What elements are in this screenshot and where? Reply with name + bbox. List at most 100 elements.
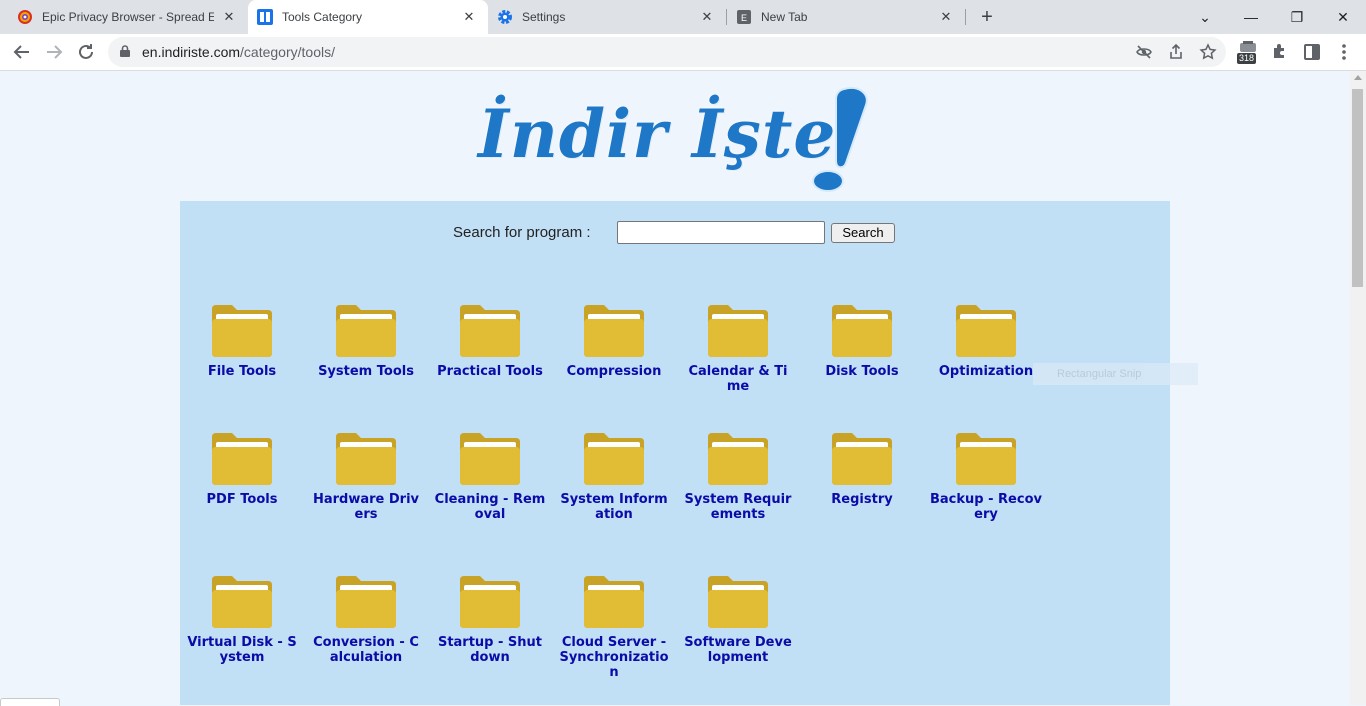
address-bar[interactable]: en.indiriste.com/category/tools/: [108, 37, 1226, 67]
category-link[interactable]: Virtual Disk - System: [180, 635, 304, 665]
tab-title: Settings: [522, 10, 566, 24]
page-icon: E: [737, 10, 751, 24]
arrow-left-icon: [13, 45, 29, 59]
category-item[interactable]: Hardware Drivers: [304, 431, 428, 522]
folder-icon: [336, 305, 396, 357]
folder-icon: [708, 576, 768, 628]
folder-icon: [708, 305, 768, 357]
category-item[interactable]: System Information: [552, 431, 676, 522]
category-item[interactable]: Compression: [552, 303, 676, 379]
folder-icon: [212, 305, 272, 357]
new-tab-button[interactable]: +: [976, 6, 998, 28]
category-link[interactable]: Backup - Recovery: [924, 492, 1048, 522]
tab-tools-category[interactable]: Tools Category ✕: [248, 0, 488, 34]
window-close-button[interactable]: ✕: [1331, 5, 1355, 29]
eye-off-icon[interactable]: [1134, 42, 1154, 62]
url-text: en.indiriste.com/category/tools/: [142, 44, 335, 60]
folder-icon: [956, 305, 1016, 357]
folder-icon: [460, 305, 520, 357]
category-link[interactable]: Practical Tools: [428, 364, 552, 379]
category-item[interactable]: Disk Tools: [800, 303, 924, 379]
category-item[interactable]: Startup - Shutdown: [428, 574, 552, 665]
site-logo[interactable]: İndir İşte !: [478, 85, 878, 195]
category-link[interactable]: Software Development: [676, 635, 800, 665]
folder-icon: [584, 433, 644, 485]
folder-icon: [460, 576, 520, 628]
forward-button[interactable]: [42, 40, 66, 64]
star-icon[interactable]: [1198, 42, 1218, 62]
category-link[interactable]: Cleaning - Removal: [428, 492, 552, 522]
category-item[interactable]: Registry: [800, 431, 924, 507]
category-link[interactable]: System Tools: [304, 364, 428, 379]
more-vertical-icon: [1342, 44, 1346, 60]
logo-text: İndir İşte: [478, 95, 837, 173]
folder-icon: [956, 433, 1016, 485]
category-item[interactable]: Optimization: [924, 303, 1048, 379]
side-panel-button[interactable]: [1300, 40, 1324, 64]
category-link[interactable]: Conversion - Calculation: [304, 635, 428, 665]
url-host: en.indiriste.com: [142, 44, 241, 60]
category-link[interactable]: Optimization: [924, 364, 1048, 379]
category-item[interactable]: PDF Tools: [180, 431, 304, 507]
category-item[interactable]: Practical Tools: [428, 303, 552, 379]
restore-button[interactable]: ❐: [1285, 5, 1309, 29]
search-button[interactable]: Search: [831, 223, 895, 243]
category-link[interactable]: Disk Tools: [800, 364, 924, 379]
category-item[interactable]: File Tools: [180, 303, 304, 379]
category-link[interactable]: Registry: [800, 492, 924, 507]
category-link[interactable]: File Tools: [180, 364, 304, 379]
category-link[interactable]: System Requirements: [676, 492, 800, 522]
close-icon[interactable]: ✕: [698, 8, 716, 26]
category-link[interactable]: System Information: [552, 492, 676, 522]
category-link[interactable]: Compression: [552, 364, 676, 379]
scroll-thumb[interactable]: [1352, 89, 1363, 287]
share-icon[interactable]: [1166, 42, 1186, 62]
folder-icon: [708, 433, 768, 485]
reload-button[interactable]: [74, 40, 98, 64]
category-item[interactable]: Backup - Recovery: [924, 431, 1048, 522]
category-item[interactable]: Virtual Disk - System: [180, 574, 304, 665]
folder-icon: [584, 576, 644, 628]
scroll-up-arrow-icon[interactable]: [1354, 75, 1362, 80]
close-icon[interactable]: ✕: [460, 8, 478, 26]
category-item[interactable]: Software Development: [676, 574, 800, 665]
lock-icon: [120, 45, 130, 57]
tab-title: New Tab: [761, 10, 808, 24]
epic-browser-icon: [18, 10, 32, 24]
minimize-button[interactable]: —: [1239, 5, 1263, 29]
tab-strip: Epic Privacy Browser - Spread Epi ✕ Tool…: [0, 0, 1366, 34]
category-link[interactable]: PDF Tools: [180, 492, 304, 507]
scrollbar[interactable]: [1350, 71, 1366, 705]
tab-search-button[interactable]: ⌄: [1193, 5, 1217, 29]
category-link[interactable]: Hardware Drivers: [304, 492, 428, 522]
category-item[interactable]: Calendar & Time: [676, 303, 800, 394]
extension-icon: [1240, 41, 1256, 52]
folder-icon: [336, 433, 396, 485]
close-icon[interactable]: ✕: [937, 8, 955, 26]
extensions-button[interactable]: [1268, 40, 1292, 64]
close-icon[interactable]: ✕: [220, 8, 238, 26]
category-item[interactable]: Cleaning - Removal: [428, 431, 552, 522]
tab-divider: [965, 9, 966, 25]
favicon-letter: E: [741, 13, 747, 23]
search-input[interactable]: [617, 221, 825, 244]
folder-icon: [212, 576, 272, 628]
category-item[interactable]: System Tools: [304, 303, 428, 379]
site-favicon-icon: [257, 9, 273, 25]
category-link[interactable]: Calendar & Time: [676, 364, 800, 394]
tab-epic-privacy[interactable]: Epic Privacy Browser - Spread Epi ✕: [8, 0, 248, 34]
category-item[interactable]: Cloud Server - Synchronization: [552, 574, 676, 680]
tab-new-tab[interactable]: E New Tab ✕: [727, 0, 965, 34]
search-label: Search for program :: [453, 224, 591, 241]
tab-settings[interactable]: Settings ✕: [488, 0, 726, 34]
menu-button[interactable]: [1332, 40, 1356, 64]
back-button[interactable]: [10, 40, 34, 64]
category-item[interactable]: Conversion - Calculation: [304, 574, 428, 665]
category-item[interactable]: System Requirements: [676, 431, 800, 522]
snip-tooltip: Rectangular Snip: [1033, 363, 1198, 385]
category-link[interactable]: Startup - Shutdown: [428, 635, 552, 665]
reload-icon: [79, 44, 93, 59]
url-path: /category/tools/: [240, 44, 335, 60]
category-link[interactable]: Cloud Server - Synchronization: [552, 635, 676, 680]
extension-badge-button[interactable]: 318: [1236, 40, 1260, 66]
